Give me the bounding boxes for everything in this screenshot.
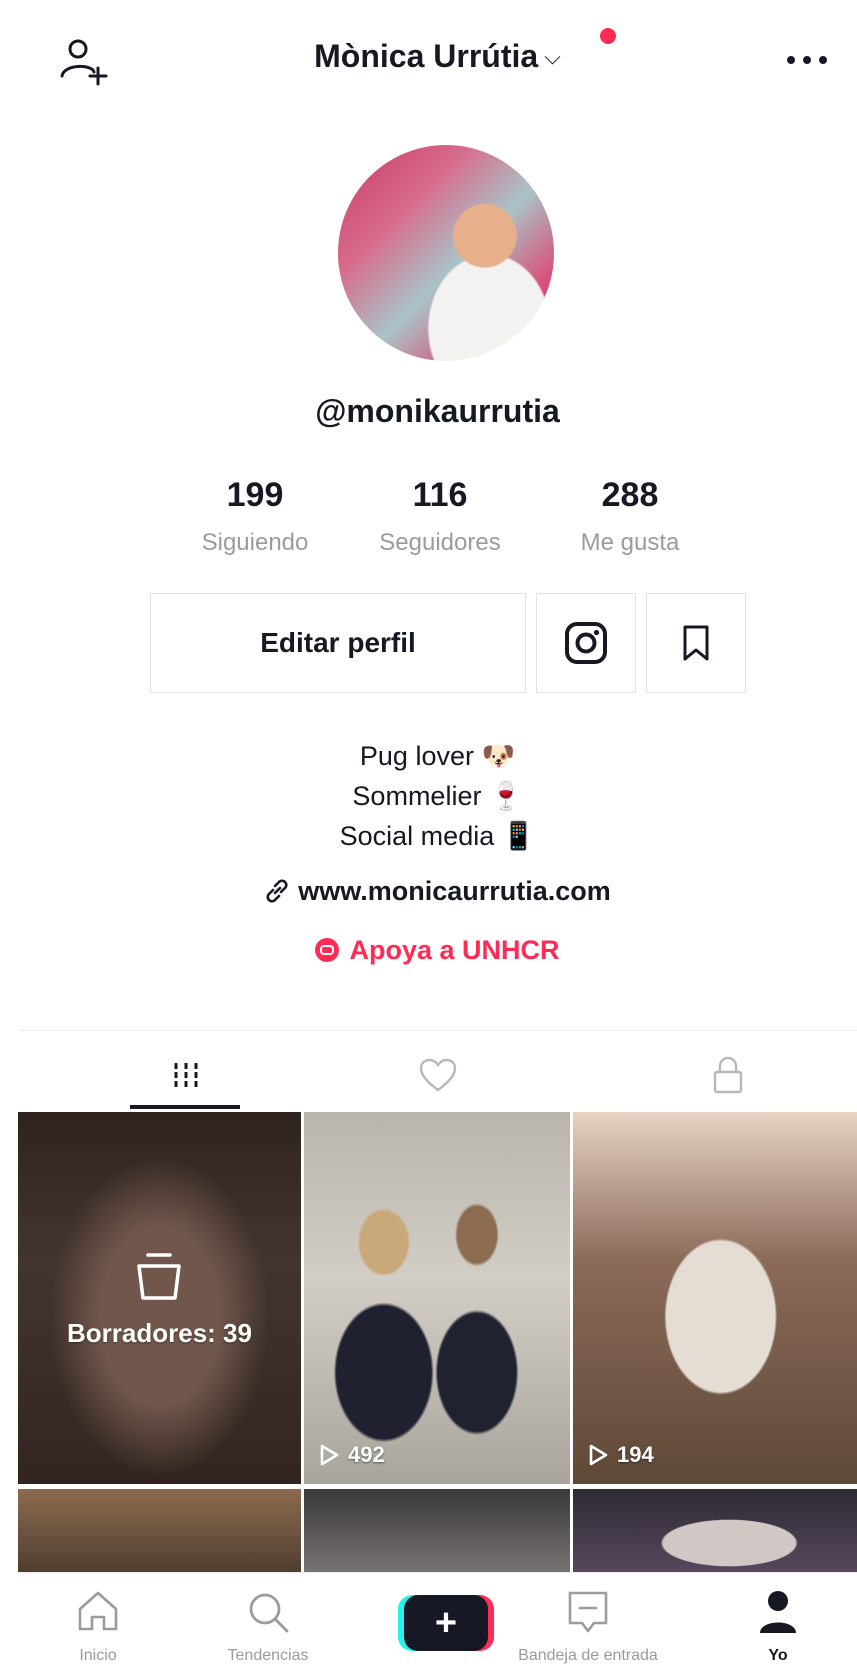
videos-grid-icon — [174, 1063, 197, 1087]
video-thumbnail[interactable] — [304, 1489, 570, 1579]
link-icon — [266, 879, 288, 903]
home-icon — [78, 1591, 118, 1631]
nav-label: Inicio — [79, 1647, 117, 1664]
drafts-tile[interactable]: Borradores: 39 — [18, 1112, 301, 1484]
lock-icon — [713, 1056, 742, 1094]
divider — [18, 1030, 857, 1031]
instagram-button[interactable] — [536, 593, 636, 693]
nav-home[interactable]: Inicio — [18, 1573, 178, 1680]
play-count-value: 492 — [348, 1442, 385, 1467]
username: @monikaurrutia — [315, 393, 560, 429]
top-bar: Mònica Urrútia ⌵ — [18, 0, 857, 120]
heart-icon — [419, 1058, 456, 1092]
bio-line: Sommelier 🍷 — [352, 781, 523, 811]
profile-name-switcher[interactable]: Mònica Urrútia ⌵ — [18, 38, 857, 75]
stat-followers[interactable]: 116 Seguidores — [340, 476, 540, 557]
stat-label: Siguiendo — [201, 529, 309, 556]
plus-icon: + — [404, 1595, 488, 1651]
play-count-value: 194 — [617, 1442, 654, 1467]
donate-link[interactable]: Apoya a UNHCR — [18, 935, 857, 966]
nav-label: Tendencias — [227, 1647, 309, 1664]
bottom-nav: Inicio Tendencias + Bandeja de entrada Y… — [18, 1572, 857, 1680]
video-thumbnail[interactable] — [18, 1489, 301, 1579]
inbox-icon — [568, 1591, 608, 1633]
video-thumbnail[interactable]: 194 — [573, 1112, 857, 1484]
donate-label: Apoya a UNHCR — [349, 935, 560, 965]
stat-value: 116 — [412, 476, 468, 514]
video-thumbnail[interactable] — [573, 1489, 857, 1579]
tab-liked[interactable] — [298, 1040, 577, 1110]
drafts-icon — [137, 1253, 181, 1300]
stat-label: Seguidores — [379, 529, 501, 556]
create-button[interactable]: + — [398, 1595, 494, 1651]
play-count: 492 — [318, 1442, 385, 1468]
website-url: www.monicaurrutia.com — [298, 876, 611, 906]
more-icon — [787, 56, 827, 64]
donate-icon — [315, 938, 340, 962]
bio-line: Pug lover 🐶 — [359, 741, 516, 771]
favorites-button[interactable] — [646, 593, 746, 693]
avatar[interactable] — [338, 145, 554, 361]
nav-me[interactable]: Yo — [698, 1573, 857, 1680]
active-tab-indicator — [130, 1105, 240, 1109]
more-button[interactable] — [779, 40, 835, 80]
bookmark-icon — [683, 625, 709, 661]
bio-line: Social media 📱 — [339, 821, 536, 851]
video-thumbnail[interactable]: 492 — [304, 1112, 570, 1484]
play-icon — [320, 1444, 339, 1466]
profile-name: Mònica Urrútia — [314, 38, 539, 74]
profile-screen: Mònica Urrútia ⌵ @monikaurrutia 199 Sigui… — [18, 0, 857, 1680]
video-grid: Borradores: 39 492 194 — [18, 1112, 857, 1579]
search-icon — [249, 1593, 289, 1633]
instagram-icon — [565, 622, 607, 664]
nav-discover[interactable]: Tendencias — [188, 1573, 348, 1680]
nav-label: Bandeja de entrada — [518, 1647, 658, 1664]
profile-icon — [760, 1591, 796, 1633]
tab-videos[interactable] — [46, 1040, 325, 1110]
nav-label: Yo — [768, 1647, 788, 1664]
drafts-label: Borradores: 39 — [67, 1318, 252, 1348]
stat-following[interactable]: 199 Siguiendo — [155, 476, 355, 557]
edit-profile-button[interactable]: Editar perfil — [150, 593, 526, 693]
stat-label: Me gusta — [580, 529, 680, 556]
website-link[interactable]: www.monicaurrutia.com — [18, 876, 857, 907]
chevron-down-icon: ⌵ — [544, 44, 561, 69]
stat-value: 199 — [226, 476, 284, 514]
stat-likes[interactable]: 288 Me gusta — [530, 476, 730, 557]
play-icon — [589, 1444, 608, 1466]
tab-private[interactable] — [588, 1040, 857, 1110]
notification-dot — [600, 28, 616, 44]
bio: Pug lover 🐶 Sommelier 🍷 Social media 📱 — [18, 736, 857, 856]
play-count: 194 — [587, 1442, 654, 1468]
stat-value: 288 — [601, 476, 659, 514]
nav-inbox[interactable]: Bandeja de entrada — [500, 1573, 676, 1680]
